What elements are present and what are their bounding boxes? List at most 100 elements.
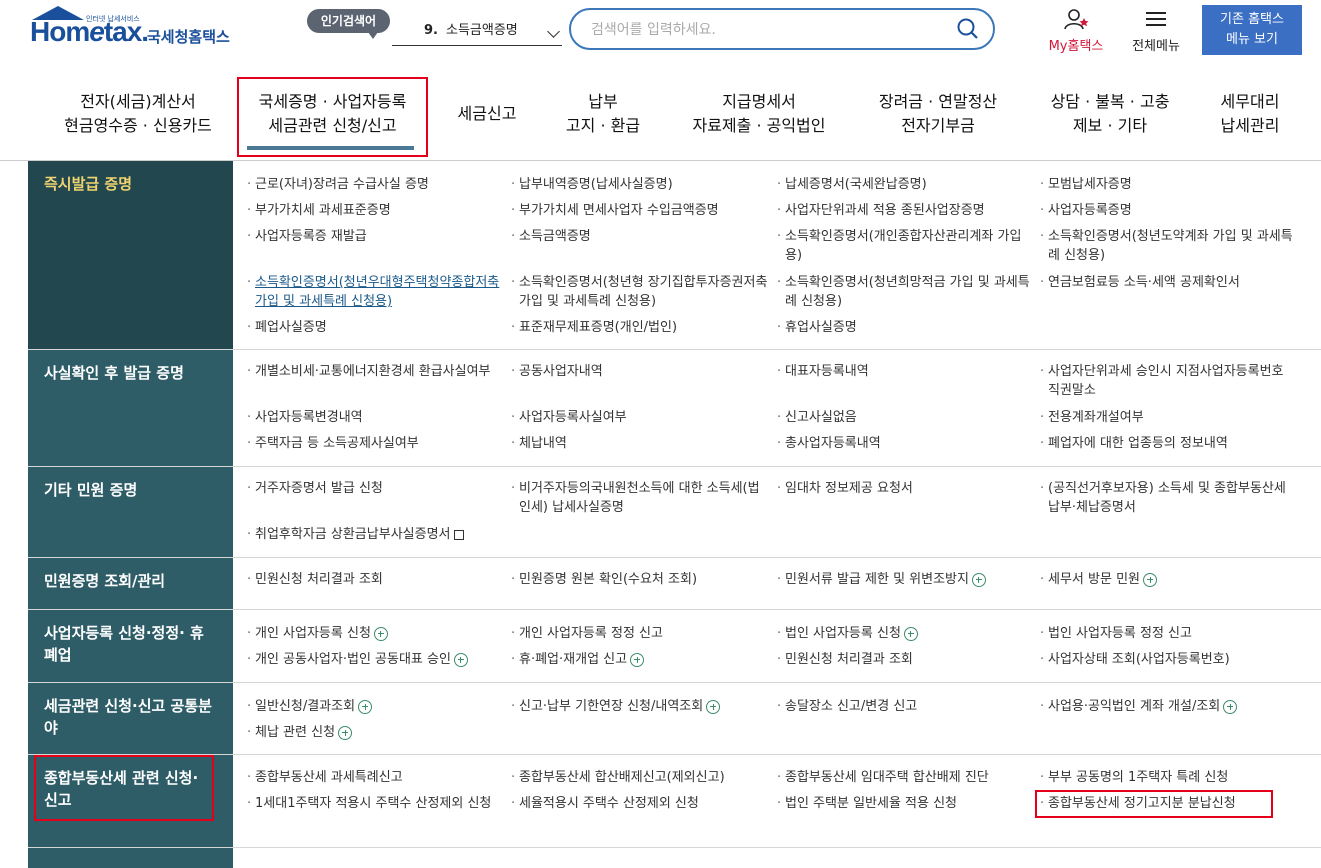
menu-link[interactable]: 연금보험료등 소득·세액 공제확인서 (1040, 273, 1298, 292)
menu-link[interactable]: 종합부동산세 합산배제신고(제외신고) (511, 768, 769, 787)
menu-link[interactable]: 민원신청 처리결과 조회 (777, 650, 1035, 669)
menu-link[interactable]: 종합부동산세 과세특례신고 (247, 768, 505, 787)
menu-link[interactable]: 주택자금 등 소득공제사실여부 (247, 434, 505, 453)
menu-link[interactable]: 부부 공동명의 1주택자 특례 신청 (1040, 768, 1298, 787)
menu-link[interactable]: 비거주자등의국내원천소득에 대한 소득세(법인세) 납세사실증명 (511, 479, 769, 517)
menu-link[interactable]: 소득금액증명 (511, 227, 769, 246)
search-input[interactable] (589, 18, 933, 42)
menu-link[interactable]: 민원신청 처리결과 조회 (247, 570, 505, 589)
menu-link[interactable]: 휴업사실증명 (777, 318, 1035, 337)
plus-circle-icon[interactable] (1223, 699, 1238, 714)
plus-circle-icon[interactable] (453, 652, 468, 667)
logo-name: 국세청홈택스 (147, 28, 230, 46)
gnb-active-underline (247, 146, 414, 150)
menu-link[interactable]: 총사업자등록내역 (777, 434, 1035, 453)
menu-link[interactable]: 대표자등록내역 (777, 362, 1035, 381)
menu-link-expandable[interactable]: 세무서 방문 민원 (1040, 570, 1298, 589)
menu-link[interactable]: 공동사업자내역 (511, 362, 769, 381)
gnb-item-payment[interactable]: 납부 고지 · 환급 (548, 90, 658, 138)
menu-row-other-certificates: 기타 민원 증명 거주자증명서 발급 신청 비거주자등의국내원천소득에 대한 소… (28, 467, 1321, 558)
all-menu-button[interactable]: 전체메뉴 (1124, 8, 1188, 54)
menu-link[interactable]: 소득확인증명서(청년도약계좌 가입 및 과세특례 신청용) (1040, 227, 1298, 265)
logo-wordmark: Hometax. (30, 16, 149, 47)
gnb-item-incentive[interactable]: 장려금 · 연말정산 전자기부금 (860, 90, 1016, 138)
plus-circle-icon[interactable] (971, 572, 986, 587)
menu-link[interactable]: 거주자증명서 발급 신청 (247, 479, 505, 498)
menu-link[interactable]: 세율적용시 주택수 산정제외 신청 (511, 794, 769, 813)
menu-link-expandable[interactable]: 개인 사업자등록 신청 (247, 624, 505, 643)
menu-link-expandable[interactable]: 개인 공동사업자·법인 공동대표 승인 (247, 650, 515, 669)
plus-circle-icon[interactable] (358, 699, 373, 714)
menu-link-expandable[interactable]: 사업용·공익법인 계좌 개설/조회 (1040, 697, 1298, 716)
menu-link[interactable]: 소득확인증명서(청년희망적금 가입 및 과세특례 신청용) (777, 273, 1035, 311)
hometax-logo[interactable]: 인터넷 납세서비스 Hometax. 국세청홈택스 (30, 6, 245, 50)
plus-circle-icon[interactable] (903, 626, 918, 641)
menu-link[interactable]: 개인 사업자등록 정정 신고 (511, 624, 769, 643)
menu-link-expandable[interactable]: 법인 사업자등록 신청 (777, 624, 1035, 643)
menu-link[interactable]: 부가가치세 과세표준증명 (247, 201, 505, 220)
plus-circle-icon[interactable] (1143, 572, 1157, 587)
menu-link[interactable]: 소득확인증명서(청년형 장기집합투자증권저축 가입 및 과세특례 신청용) (511, 273, 769, 311)
menu-link[interactable]: 사업자등록변경내역 (247, 408, 505, 427)
menu-link[interactable]: 납부내역증명(납세사실증명) (511, 175, 769, 194)
popular-search-select[interactable]: 9. 소득금액증명 (392, 17, 562, 46)
gnb-item-payment-statement[interactable]: 지급명세서 자료제출 · 공익법인 (675, 90, 843, 138)
gnb-item-e-invoice[interactable]: 전자(세금)계산서 현금영수증 · 신용카드 (48, 90, 228, 138)
menu-link[interactable]: 전용계좌개설여부 (1040, 408, 1298, 427)
menu-link[interactable]: 납세증명서(국세완납증명) (777, 175, 1035, 194)
menu-link[interactable]: 소득확인증명서(개인종합자산관리계좌 가입용) (777, 227, 1035, 265)
menu-link-highlighted[interactable]: 소득확인증명서(청년우대형주택청약종합저축 가입 및 과세특례 신청용) (247, 273, 505, 311)
annotation-highlight-installment-link (1035, 790, 1273, 818)
plus-circle-icon[interactable] (706, 699, 721, 714)
menu-link-expandable[interactable]: 휴·폐업·재개업 신고 (511, 650, 769, 669)
myhome-button[interactable]: My홈택스 (1040, 8, 1112, 54)
popular-search-rank: 9. (424, 23, 438, 38)
menu-link[interactable]: 법인 사업자등록 정정 신고 (1040, 624, 1298, 643)
menu-link[interactable]: 민원증명 원본 확인(수요처 조회) (511, 570, 769, 589)
menu-link-expandable[interactable]: 신고·납부 기한연장 신청/내역조회 (511, 697, 779, 716)
row-heading: 즉시발급 증명 (28, 161, 233, 349)
menu-link-expandable[interactable]: 민원서류 발급 제한 및 위변조방지 (777, 570, 1040, 589)
menu-row-common-applications: 세금관련 신청·신고 공통분야 일반신청/결과조회 신고·납부 기한연장 신청/… (28, 683, 1321, 755)
menu-link[interactable]: 사업자등록증 재발급 (247, 227, 505, 246)
menu-link[interactable]: 근로(자녀)장려금 수급사실 증명 (247, 175, 505, 194)
menu-link[interactable]: 신고사실없음 (777, 408, 1035, 427)
menu-link[interactable]: 임대차 정보제공 요청서 (777, 479, 1035, 498)
search-icon[interactable] (955, 16, 981, 42)
menu-link[interactable]: 법인 주택분 일반세율 적용 신청 (777, 794, 1035, 813)
menu-link[interactable]: 사업자단위과세 승인시 지점사업자등록번호 직권말소 (1040, 362, 1298, 400)
menu-link[interactable]: 종합부동산세 임대주택 합산배제 진단 (777, 768, 1035, 787)
old-hometax-menu-button[interactable]: 기존 홈택스 메뉴 보기 (1202, 5, 1302, 55)
plus-circle-icon[interactable] (373, 626, 388, 641)
menu-link[interactable]: 폐업사실증명 (247, 318, 505, 337)
row-heading: 사업자등록 신청·정정· 휴폐업 (28, 610, 233, 682)
menu-link[interactable]: 사업자등록증명 (1040, 201, 1298, 220)
menu-link[interactable]: 송달장소 신고/변경 신고 (777, 697, 1035, 716)
menu-link[interactable]: 모범납세자증명 (1040, 175, 1298, 194)
menu-link[interactable]: 개별소비세·교통에너지환경세 환급사실여부 (247, 362, 505, 381)
menu-link[interactable]: 1세대1주택자 적용시 주택수 산정제외 신청 (247, 794, 500, 813)
menu-link[interactable]: 표준재무제표증명(개인/법인) (511, 318, 769, 337)
menu-link[interactable]: 부가가치세 면세사업자 수입금액증명 (511, 201, 769, 220)
plus-circle-icon[interactable] (338, 725, 353, 740)
menu-link-expandable[interactable]: 일반신청/결과조회 (247, 697, 505, 716)
gnb-item-tax-return[interactable]: 세금신고 (440, 102, 534, 126)
menu-link[interactable]: 폐업자에 대한 업종등의 정보내역 (1040, 434, 1298, 453)
plus-circle-icon[interactable] (630, 652, 645, 667)
gnb-item-tax-agent[interactable]: 세무대리 납세관리 (1200, 90, 1300, 138)
menu-link[interactable]: 사업자등록사실여부 (511, 408, 769, 427)
menu-link[interactable]: 사업자단위과세 적용 종된사업장증명 (777, 201, 1035, 220)
menu-link[interactable]: 체납내역 (511, 434, 769, 453)
menu-link[interactable]: 사업자상태 조회(사업자등록번호) (1040, 650, 1298, 669)
row-heading: 사실확인 후 발급 증명 (28, 350, 233, 466)
gnb-item-consulting[interactable]: 상담 · 불복 · 고충 제보 · 기타 (1036, 90, 1184, 138)
menu-row-certificate-inquiry: 민원증명 조회/관리 민원신청 처리결과 조회 민원증명 원본 확인(수요처 조… (28, 558, 1321, 610)
row-heading: 기타 민원 증명 (28, 467, 233, 557)
menu-link[interactable]: (공직선거후보자용) 소득세 및 종합부동산세 납부·체납증명서 (1040, 479, 1298, 517)
row-heading: 세금관련 신청·신고 공통분야 (28, 683, 233, 754)
external-link-icon (453, 529, 464, 540)
global-nav: 전자(세금)계산서 현금영수증 · 신용카드 국세증명 · 사업자등록 세금관련 신… (0, 70, 1321, 161)
chevron-down-icon (547, 25, 560, 38)
menu-link-external[interactable]: 취업후학자금 상환금납부사실증명서 (247, 525, 515, 544)
menu-link-expandable[interactable]: 체납 관련 신청 (247, 723, 505, 742)
